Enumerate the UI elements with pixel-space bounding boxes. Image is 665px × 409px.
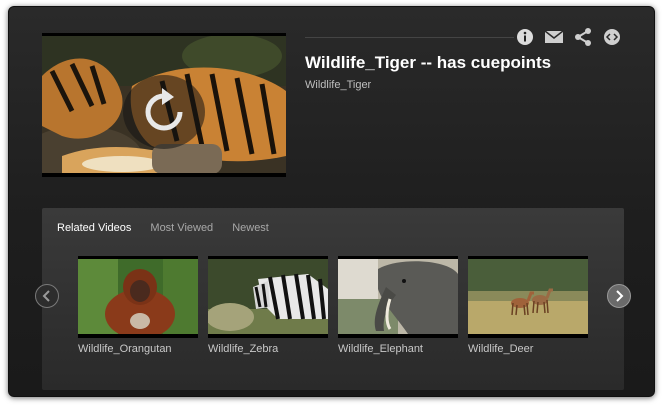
tab-newest[interactable]: Newest xyxy=(232,222,269,234)
info-icon[interactable] xyxy=(515,27,535,47)
video-thumb-zebra[interactable]: Wildlife_Zebra xyxy=(208,256,328,355)
thumbnail-orangutan xyxy=(78,256,198,338)
video-player[interactable] xyxy=(42,33,286,177)
video-subtitle: Wildlife_Tiger xyxy=(305,79,372,91)
video-thumb-label: Wildlife_Zebra xyxy=(208,343,279,355)
email-icon[interactable] xyxy=(544,27,564,47)
video-thumb-orangutan[interactable]: Wildlife_Orangutan xyxy=(78,256,198,355)
related-panel: Related Videos Most Viewed Newest Wildli… xyxy=(35,208,631,390)
share-icon[interactable] xyxy=(573,27,593,47)
related-tabs: Related Videos Most Viewed Newest xyxy=(57,222,269,234)
embed-icon[interactable] xyxy=(602,27,622,47)
video-player-widget: Wildlife_Tiger -- has cuepoints Wildlife… xyxy=(8,6,655,397)
video-title: Wildlife_Tiger -- has cuepoints xyxy=(305,53,552,72)
replay-icon xyxy=(145,88,183,131)
chevron-right-icon xyxy=(616,290,624,302)
thumbnail-deer xyxy=(468,256,588,338)
thumbnail-zebra xyxy=(208,256,328,338)
next-button[interactable] xyxy=(607,284,631,308)
share-toolbar xyxy=(515,27,622,47)
related-video-list: Wildlife_Orangutan Wildlife_Zebra Wildli… xyxy=(78,256,588,355)
chevron-left-icon xyxy=(42,290,50,302)
tab-related-videos[interactable]: Related Videos xyxy=(57,222,131,234)
tab-most-viewed[interactable]: Most Viewed xyxy=(150,222,213,234)
video-thumb-label: Wildlife_Orangutan xyxy=(78,343,172,355)
thumbnail-elephant xyxy=(338,256,458,338)
replay-button[interactable] xyxy=(123,75,205,149)
title-divider xyxy=(305,37,514,38)
video-thumb-label: Wildlife_Elephant xyxy=(338,343,423,355)
video-thumb-elephant[interactable]: Wildlife_Elephant xyxy=(338,256,458,355)
prev-button[interactable] xyxy=(35,284,59,308)
video-thumb-label: Wildlife_Deer xyxy=(468,343,534,355)
video-thumb-deer[interactable]: Wildlife_Deer xyxy=(468,256,588,355)
